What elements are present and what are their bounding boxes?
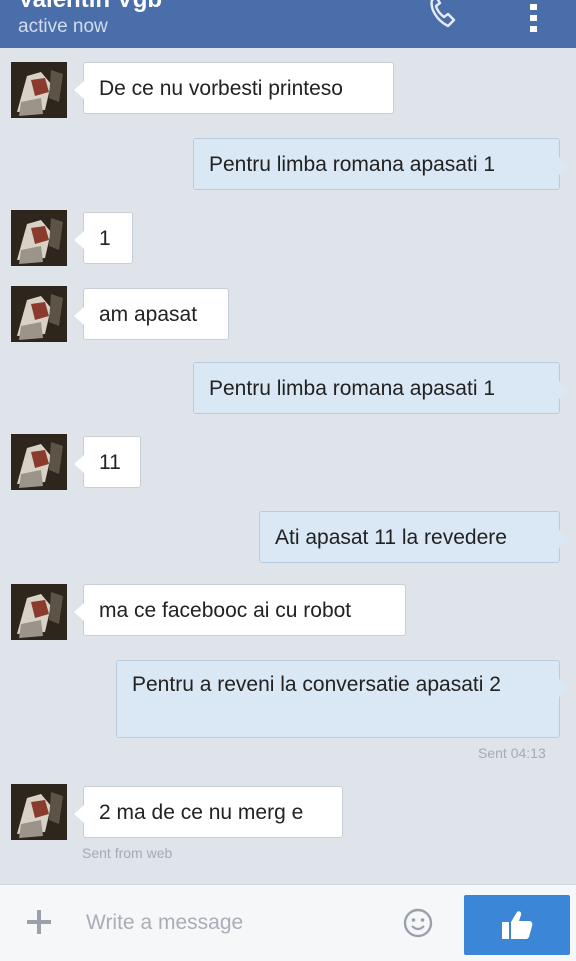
presence-status: active now xyxy=(18,16,108,37)
avatar-image xyxy=(11,584,67,640)
incoming-message[interactable]: 11 xyxy=(74,436,141,488)
outgoing-message[interactable]: Pentru limba romana apasati 1 xyxy=(193,138,569,190)
more-vertical-icon xyxy=(530,4,537,32)
message-composer xyxy=(0,884,576,961)
call-button[interactable] xyxy=(424,0,464,32)
incoming-message[interactable]: ma ce facebooc ai cu robot xyxy=(74,584,406,636)
avatar-image xyxy=(11,286,67,342)
sent-timestamp: Sent 04:13 xyxy=(478,745,546,761)
avatar-image xyxy=(11,210,67,266)
contact-avatar[interactable] xyxy=(11,210,67,266)
incoming-message[interactable]: 2 ma de ce nu merg e xyxy=(74,786,343,838)
emoji-icon xyxy=(403,908,433,938)
contact-avatar[interactable] xyxy=(11,62,67,118)
contact-avatar[interactable] xyxy=(11,584,67,640)
avatar-image xyxy=(11,434,67,490)
emoji-button[interactable] xyxy=(402,907,434,939)
contact-avatar[interactable] xyxy=(11,286,67,342)
incoming-message[interactable]: am apasat xyxy=(74,288,229,340)
more-options-button[interactable] xyxy=(520,4,548,36)
add-attachment-button[interactable] xyxy=(24,907,54,937)
outgoing-message[interactable]: Pentru limba romana apasati 1 xyxy=(193,362,569,414)
message-input[interactable] xyxy=(84,903,388,943)
plus-icon xyxy=(27,910,51,934)
incoming-message[interactable]: 1 xyxy=(74,212,133,264)
thumbs-up-icon xyxy=(502,911,533,939)
outgoing-message[interactable]: Ati apasat 11 la revedere xyxy=(259,511,569,563)
contact-avatar[interactable] xyxy=(11,434,67,490)
chat-header: Valentin Vgb active now xyxy=(0,0,576,48)
sent-from-label: Sent from web xyxy=(82,845,173,861)
like-button[interactable] xyxy=(464,895,570,955)
avatar-image xyxy=(11,62,67,118)
phone-icon xyxy=(430,0,456,28)
contact-name[interactable]: Valentin Vgb xyxy=(18,0,162,14)
outgoing-message[interactable]: Pentru a reveni la conversatie apasati 2 xyxy=(116,660,569,738)
contact-avatar[interactable] xyxy=(11,784,67,840)
avatar-image xyxy=(11,784,67,840)
incoming-message[interactable]: De ce nu vorbesti printeso xyxy=(74,62,394,114)
